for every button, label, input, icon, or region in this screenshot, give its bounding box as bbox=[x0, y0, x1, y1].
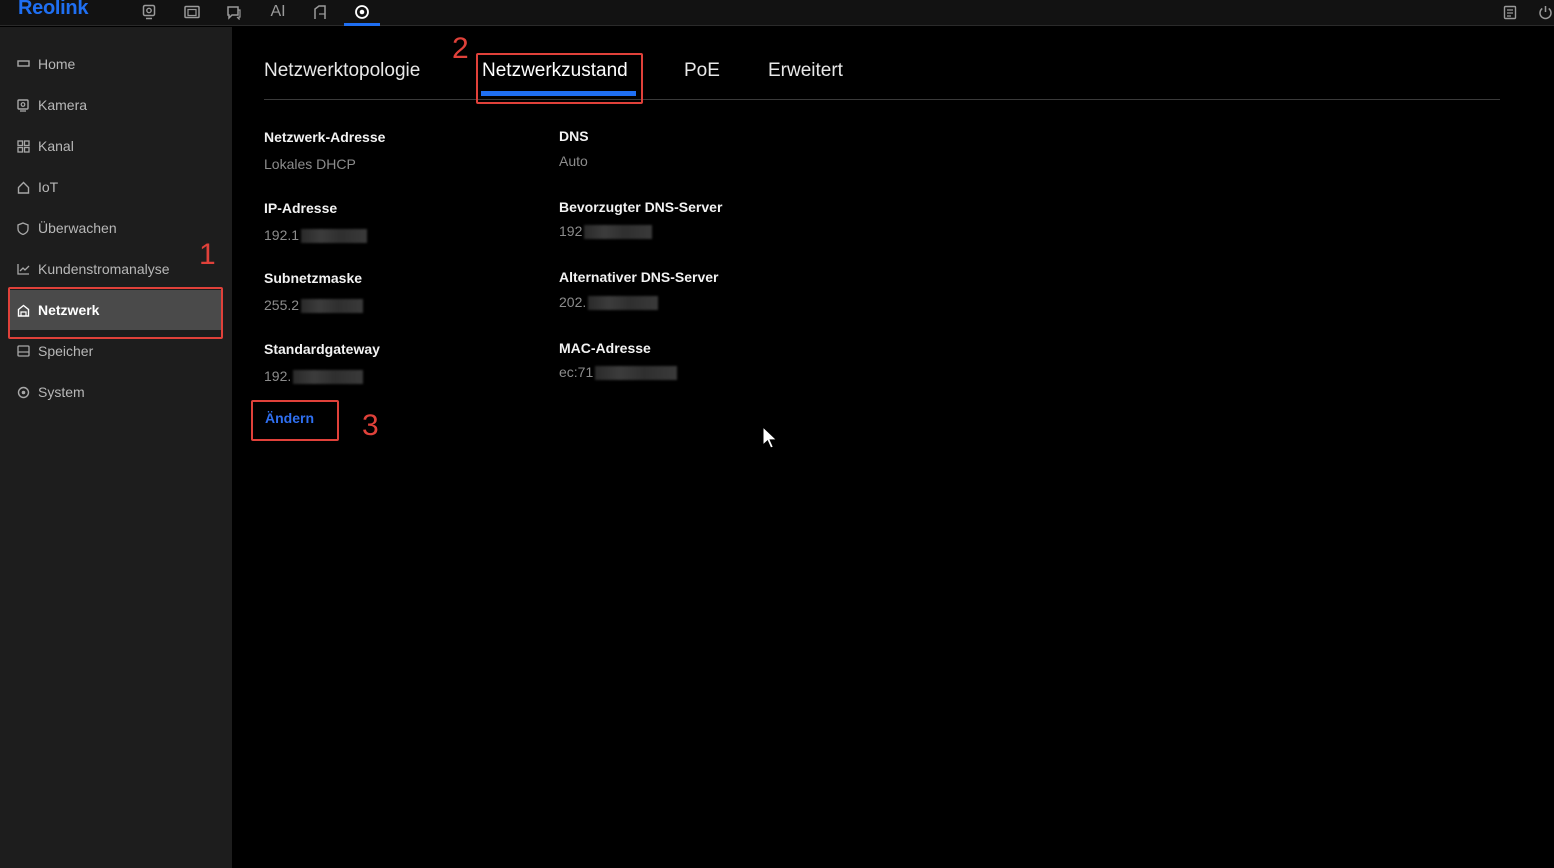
notes-icon[interactable] bbox=[1495, 0, 1525, 24]
network-address-value: Lokales DHCP bbox=[264, 156, 356, 172]
annotation-box-netzwerkzustand bbox=[476, 53, 643, 104]
subnet-mask-label: Subnetzmaske bbox=[264, 270, 363, 286]
camera-icon bbox=[16, 98, 30, 112]
sidebar-item-label: Kundenstromanalyse bbox=[38, 261, 170, 277]
mac-address-label: MAC-Adresse bbox=[559, 340, 651, 356]
clip-icon[interactable] bbox=[305, 0, 335, 24]
home-icon bbox=[16, 57, 30, 71]
preferred-dns-value: 192 bbox=[559, 223, 653, 240]
dns-value: Auto bbox=[559, 153, 588, 169]
annotation-number-1: 1 bbox=[199, 238, 216, 271]
sidebar-item-kundenstromanalyse[interactable]: Kundenstromanalyse bbox=[8, 249, 222, 289]
annotation-box-netzwerk bbox=[8, 287, 223, 339]
annotation-number-2: 2 bbox=[452, 32, 469, 65]
annotation-box-aendern bbox=[251, 400, 339, 441]
tab-poe[interactable]: PoE bbox=[684, 60, 720, 82]
sidebar-item-label: Kanal bbox=[38, 138, 74, 154]
subnet-mask-value: 255.2 bbox=[264, 297, 364, 314]
tab-netzwerktopologie[interactable]: Netzwerktopologie bbox=[264, 60, 420, 82]
chart-icon bbox=[16, 262, 30, 276]
sidebar-item-iot[interactable]: IoT bbox=[8, 167, 222, 207]
settings-icon[interactable] bbox=[347, 0, 377, 24]
sidebar-item-label: Home bbox=[38, 56, 76, 72]
sidebar-item-home[interactable]: Home bbox=[8, 44, 222, 84]
sidebar-item-label: Kamera bbox=[38, 97, 88, 113]
ai-icon[interactable]: AI bbox=[263, 0, 293, 24]
preferred-dns-label: Bevorzugter DNS-Server bbox=[559, 199, 723, 215]
ip-address-value: 192.1 bbox=[264, 227, 368, 244]
mac-address-value: ec:71 bbox=[559, 364, 678, 381]
message-icon[interactable] bbox=[219, 0, 249, 24]
power-icon[interactable] bbox=[1530, 0, 1554, 24]
sidebar-item-label: IoT bbox=[38, 179, 59, 195]
sidebar-item-ueberwachen[interactable]: Überwachen bbox=[8, 208, 222, 248]
ip-address-label: IP-Adresse bbox=[264, 200, 338, 216]
alternative-dns-value: 202. bbox=[559, 294, 659, 311]
active-settings-underline bbox=[344, 23, 380, 26]
live-view-icon[interactable] bbox=[134, 0, 164, 24]
playback-icon[interactable] bbox=[177, 0, 207, 24]
sidebar-item-label: Überwachen bbox=[38, 220, 117, 236]
reolink-logo: Reolink bbox=[18, 0, 89, 19]
system-gear-icon bbox=[16, 385, 30, 399]
tab-erweitert[interactable]: Erweitert bbox=[768, 60, 843, 82]
sidebar-item-system[interactable]: System bbox=[8, 372, 222, 412]
network-address-label: Netzwerk-Adresse bbox=[264, 129, 386, 145]
shield-icon bbox=[16, 221, 30, 235]
dns-label: DNS bbox=[559, 128, 589, 144]
default-gateway-label: Standardgateway bbox=[264, 341, 380, 357]
mouse-cursor-icon bbox=[762, 425, 778, 455]
default-gateway-value: 192. bbox=[264, 368, 364, 385]
alternative-dns-label: Alternativer DNS-Server bbox=[559, 269, 719, 285]
top-bar: Reolink AI bbox=[0, 0, 1554, 26]
iot-house-icon bbox=[16, 180, 30, 194]
channel-grid-icon bbox=[16, 139, 30, 153]
sidebar-item-label: Speicher bbox=[38, 343, 94, 359]
storage-icon bbox=[16, 344, 30, 358]
sidebar-item-kanal[interactable]: Kanal bbox=[8, 126, 222, 166]
annotation-number-3: 3 bbox=[362, 409, 379, 442]
sidebar-item-kamera[interactable]: Kamera bbox=[8, 85, 222, 125]
tabs-divider bbox=[264, 99, 1500, 100]
sidebar-item-label: System bbox=[38, 384, 85, 400]
